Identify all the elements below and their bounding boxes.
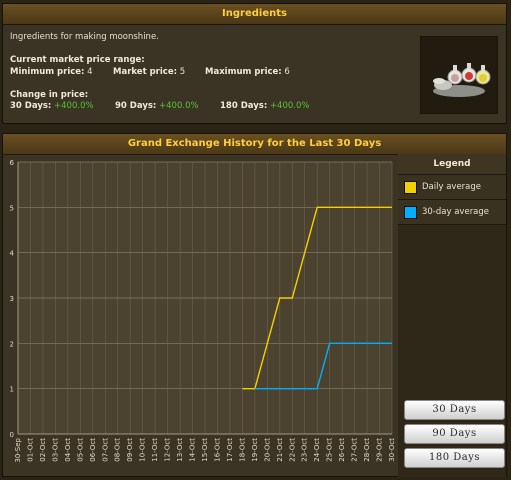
max-price-value: 6 xyxy=(284,67,290,77)
change-30-label: 30 Days: xyxy=(10,101,52,111)
legend-label: Daily average xyxy=(422,182,482,192)
x-tick-label: 05-Oct xyxy=(76,438,84,462)
change-180-days: 180 Days: +400.0% xyxy=(220,101,309,111)
x-tick-label: 28-Oct xyxy=(363,438,371,462)
x-tick-label: 30-Sep xyxy=(14,437,22,462)
history-title: Grand Exchange History for the Last 30 D… xyxy=(3,134,506,155)
x-tick-label: 13-Oct xyxy=(176,438,184,462)
y-tick-label: 6 xyxy=(10,159,15,167)
minimum-price: Minimum price: 4 xyxy=(10,67,93,77)
change-90-days: 90 Days: +400.0% xyxy=(115,101,199,111)
min-price-value: 4 xyxy=(87,67,93,77)
legend-label: 30-day average xyxy=(422,207,490,217)
change-30-days: 30 Days: +400.0% xyxy=(10,101,94,111)
x-tick-label: 27-Oct xyxy=(351,438,359,462)
y-tick-label: 0 xyxy=(10,431,14,439)
30-days-button[interactable]: 30 Days xyxy=(404,400,505,420)
x-tick-label: 10-Oct xyxy=(139,438,147,462)
y-tick-label: 1 xyxy=(10,386,14,394)
30-day-average-swatch xyxy=(404,205,417,219)
market-price-value: 5 xyxy=(179,67,186,77)
change-180-value: +400.0% xyxy=(269,101,310,111)
x-tick-label: 18-Oct xyxy=(238,438,246,462)
x-tick-label: 03-Oct xyxy=(51,438,59,462)
x-tick-label: 20-Oct xyxy=(263,438,271,462)
90-days-button[interactable]: 90 Days xyxy=(404,424,505,444)
x-tick-label: 30-Oct xyxy=(388,438,396,462)
x-tick-label: 17-Oct xyxy=(226,438,234,462)
x-tick-label: 24-Oct xyxy=(313,438,321,462)
change-label: Change in price: xyxy=(10,90,89,100)
x-tick-label: 06-Oct xyxy=(89,438,97,462)
y-tick-label: 2 xyxy=(10,340,14,348)
x-tick-label: 12-Oct xyxy=(164,438,172,462)
change-30-value: +400.0% xyxy=(54,101,94,111)
min-price-label: Minimum price: xyxy=(10,67,85,77)
y-tick-label: 4 xyxy=(10,250,15,258)
x-tick-label: 29-Oct xyxy=(376,438,384,462)
180-days-button[interactable]: 180 Days xyxy=(404,448,505,468)
item-title: Ingredients xyxy=(3,4,506,25)
x-tick-label: 23-Oct xyxy=(301,438,309,462)
x-tick-label: 16-Oct xyxy=(213,438,221,462)
market-price: Market price: 5 xyxy=(113,67,185,77)
x-tick-label: 15-Oct xyxy=(201,438,209,462)
legend-item-daily-average: Daily average xyxy=(398,175,506,200)
chart-svg: 30-Sep 01-Oct 02-Oct 03-Oct 04-Oct 05-Oct 06-O… xyxy=(10,159,396,463)
x-tick-label: 11-Oct xyxy=(151,438,159,462)
maximum-price: Maximum price: 6 xyxy=(205,67,290,77)
moonshine-ingredients-icon xyxy=(420,36,498,114)
change-90-label: 90 Days: xyxy=(115,101,157,111)
item-description: Ingredients for making moonshine. xyxy=(10,32,159,42)
chart-legend: Legend Daily average 30-day average 30 D… xyxy=(398,154,506,477)
x-tick-label: 21-Oct xyxy=(276,438,284,462)
legend-item-30-day-average: 30-day average xyxy=(398,200,506,225)
x-tick-label: 19-Oct xyxy=(251,438,259,462)
x-tick-label: 08-Oct xyxy=(114,438,122,462)
daily-average-swatch xyxy=(404,180,417,194)
price-range-label: Current market price range: xyxy=(10,55,145,65)
y-tick-label: 3 xyxy=(10,295,14,303)
x-tick-label: 26-Oct xyxy=(338,438,346,462)
price-history-panel: Grand Exchange History for the Last 30 D… xyxy=(2,133,507,477)
change-90-value: +400.0% xyxy=(159,101,199,111)
x-tick-label: 22-Oct xyxy=(288,438,296,462)
item-info-panel: Ingredients Ingredients for making moons… xyxy=(2,3,507,124)
x-tick-label: 04-Oct xyxy=(64,438,72,462)
x-tick-label: 09-Oct xyxy=(126,438,134,462)
x-tick-label: 25-Oct xyxy=(326,438,334,462)
change-180-label: 180 Days: xyxy=(220,101,268,111)
max-price-label: Maximum price: xyxy=(205,67,282,77)
x-tick-label: 14-Oct xyxy=(189,438,197,462)
x-tick-label: 02-Oct xyxy=(39,438,47,462)
y-tick-label: 5 xyxy=(10,204,14,212)
market-price-label: Market price: xyxy=(113,67,177,77)
price-history-chart: 30-Sep 01-Oct 02-Oct 03-Oct 04-Oct 05-Oct 06-O… xyxy=(3,154,398,476)
x-tick-label: 07-Oct xyxy=(101,438,109,462)
x-tick-label: 01-Oct xyxy=(26,438,34,462)
legend-title: Legend xyxy=(398,154,506,175)
